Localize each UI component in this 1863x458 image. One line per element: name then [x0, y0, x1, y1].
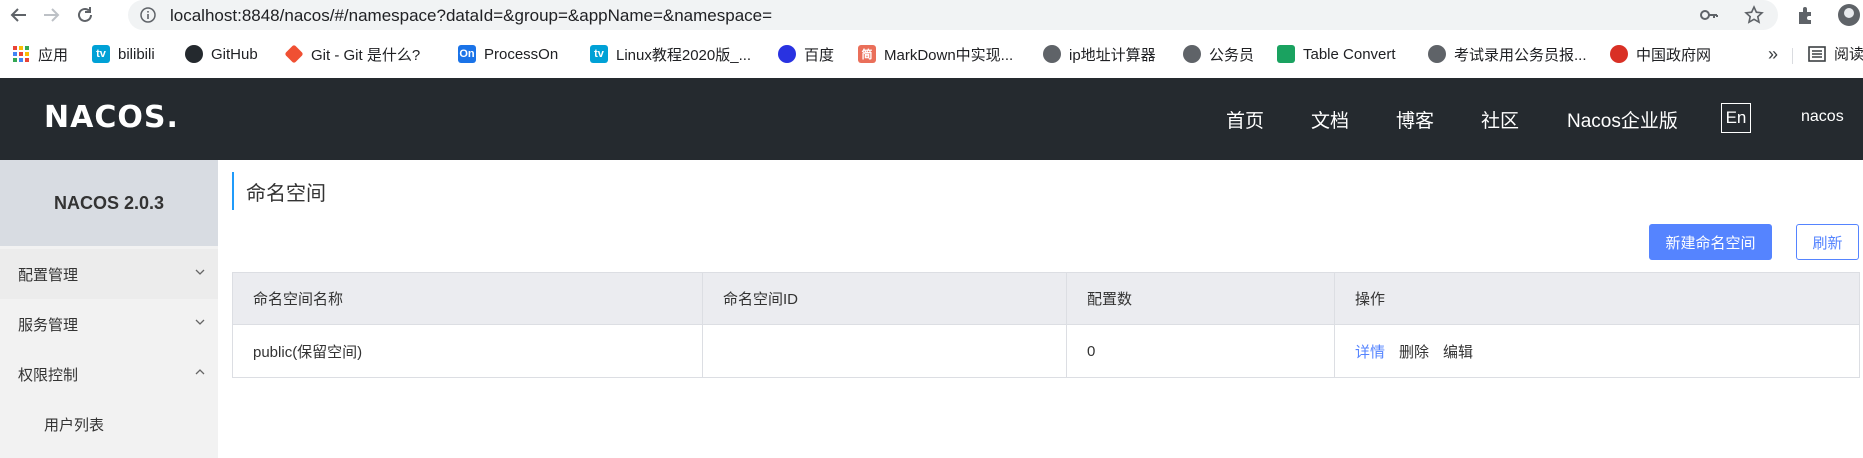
- key-icon[interactable]: [1700, 7, 1718, 23]
- bookmark-label: Linux教程2020版_...: [616, 46, 752, 64]
- bookmarks-bar: 应用 tv bilibili GitHub Git - Git 是什么? On …: [0, 40, 1863, 70]
- bookmark-label: Table Convert: [1303, 45, 1396, 63]
- page-title: 命名空间: [232, 172, 326, 210]
- bookmark-table-convert[interactable]: Table Convert: [1277, 43, 1396, 65]
- bilibili-icon: tv: [92, 45, 110, 63]
- bookmark-label: ProcessOn: [484, 45, 559, 63]
- namespace-table: 命名空间名称 命名空间ID 配置数 操作 public(保留空间) 0 详情 删…: [232, 272, 1860, 378]
- arrow-left-icon: [10, 8, 26, 22]
- chevron-down-icon: [195, 319, 205, 325]
- create-namespace-button[interactable]: 新建命名空间: [1649, 224, 1772, 260]
- sidebar-item-label: 服务管理: [18, 316, 79, 334]
- user-name[interactable]: nacos: [1801, 108, 1844, 126]
- bookmark-label: 公务员: [1209, 46, 1255, 64]
- table-header-row: 命名空间名称 命名空间ID 配置数 操作: [233, 273, 1859, 325]
- url-text[interactable]: localhost:8848/nacos/#/namespace?dataId=…: [170, 6, 772, 26]
- nacos-logo[interactable]: NACOS.: [44, 100, 179, 135]
- cell-config-count: 0: [1067, 325, 1335, 377]
- column-header-name: 命名空间名称: [233, 273, 703, 324]
- bookmark-label: GitHub: [211, 45, 258, 63]
- nav-home[interactable]: 首页: [1226, 106, 1264, 133]
- sidebar-subitem-user-list[interactable]: 用户列表: [0, 399, 218, 449]
- table-row: public(保留空间) 0 详情 删除 编辑: [233, 325, 1859, 377]
- arrow-right-icon: [44, 8, 60, 22]
- jianshu-icon: 简: [858, 45, 876, 63]
- reading-list-icon: [1808, 45, 1826, 62]
- column-header-count: 配置数: [1067, 273, 1335, 324]
- detail-link[interactable]: 详情: [1355, 341, 1385, 362]
- column-header-actions: 操作: [1355, 291, 1386, 308]
- bookmark-label: Git - Git 是什么?: [311, 46, 421, 64]
- bookmark-gongwuyuan[interactable]: 公务员: [1183, 43, 1254, 65]
- extensions-puzzle-icon[interactable]: [1795, 4, 1817, 26]
- reading-list-label: 阅读: [1834, 46, 1863, 63]
- back-button[interactable]: [6, 2, 32, 28]
- sidebar-item-config[interactable]: 配置管理: [0, 249, 218, 299]
- bookmark-label: 考试录用公务员报...: [1454, 46, 1587, 64]
- cell-namespace-id: [703, 325, 1067, 377]
- edit-link[interactable]: 编辑: [1443, 341, 1473, 362]
- sidebar-item-label: 配置管理: [18, 266, 79, 284]
- delete-link[interactable]: 删除: [1399, 341, 1429, 362]
- sidebar-subitem-label: 用户列表: [44, 416, 105, 434]
- cell-namespace-name: public(保留空间): [233, 325, 703, 377]
- reload-icon: [78, 7, 92, 22]
- forward-button[interactable]: [38, 2, 64, 28]
- refresh-button[interactable]: 刷新: [1796, 224, 1859, 260]
- browser-toolbar: localhost:8848/nacos/#/namespace?dataId=…: [0, 0, 1863, 30]
- bilibili-icon: tv: [590, 45, 608, 63]
- app-header: NACOS. 首页 文档 博客 社区 Nacos企业版 En nacos: [0, 78, 1863, 160]
- bookmark-label: bilibili: [118, 45, 155, 63]
- sidebar-item-permission[interactable]: 权限控制: [0, 349, 218, 399]
- bookmark-label: MarkDown中实现...: [884, 46, 1014, 64]
- github-icon: [185, 45, 203, 63]
- sidebar-item-service[interactable]: 服务管理: [0, 299, 218, 349]
- bookmark-apps[interactable]: 应用: [12, 43, 68, 65]
- sidebar: NACOS 2.0.3 配置管理 服务管理 权限控制 用户列表: [0, 160, 218, 458]
- bookmark-ip-calc[interactable]: ip地址计算器: [1043, 43, 1156, 65]
- nav-docs[interactable]: 文档: [1311, 106, 1349, 133]
- globe-icon: [1183, 45, 1201, 63]
- nav-blog[interactable]: 博客: [1396, 106, 1434, 133]
- chevron-down-icon: [195, 269, 205, 275]
- bookmark-label: ip地址计算器: [1069, 46, 1156, 64]
- bookmark-github[interactable]: GitHub: [185, 43, 258, 65]
- bookmark-baidu[interactable]: 百度: [778, 43, 834, 65]
- git-icon: [284, 44, 304, 64]
- bookmark-label: 中国政府网: [1636, 46, 1712, 64]
- bookmark-linux[interactable]: tv Linux教程2020版_...: [590, 43, 751, 65]
- info-icon[interactable]: [140, 7, 156, 23]
- table-convert-icon: [1277, 45, 1295, 63]
- sidebar-item-label: 权限控制: [18, 366, 79, 384]
- processon-icon: On: [458, 45, 476, 63]
- column-header-id: 命名空间ID: [703, 273, 1067, 324]
- bookmarks-divider: [1792, 48, 1793, 64]
- reload-button[interactable]: [72, 2, 98, 28]
- bookmark-star-icon[interactable]: [1744, 5, 1764, 25]
- emblem-icon: [1610, 45, 1628, 63]
- bookmarks-more-button[interactable]: »: [1768, 44, 1778, 65]
- apps-grid-icon: [12, 45, 30, 63]
- language-toggle-button[interactable]: En: [1721, 103, 1751, 133]
- nav-community[interactable]: 社区: [1481, 106, 1519, 133]
- globe-icon: [1043, 45, 1061, 63]
- profile-avatar[interactable]: [1838, 4, 1860, 26]
- bookmark-label: 应用: [38, 46, 69, 64]
- bookmark-gov[interactable]: 中国政府网: [1610, 43, 1711, 65]
- reading-list-button[interactable]: 阅读: [1808, 43, 1863, 64]
- globe-icon: [1428, 45, 1446, 63]
- baidu-paw-icon: [778, 45, 796, 63]
- bookmark-bilibili[interactable]: tv bilibili: [92, 43, 155, 65]
- bookmark-markdown[interactable]: 简 MarkDown中实现...: [858, 43, 1013, 65]
- bookmark-label: 百度: [804, 46, 835, 64]
- bookmark-exam[interactable]: 考试录用公务员报...: [1428, 43, 1587, 65]
- sidebar-version-title: NACOS 2.0.3: [0, 160, 218, 246]
- chevron-up-icon: [195, 369, 205, 375]
- nav-enterprise[interactable]: Nacos企业版: [1567, 106, 1678, 133]
- cell-actions: 详情 删除 编辑: [1335, 325, 1859, 377]
- bookmark-git[interactable]: Git - Git 是什么?: [284, 43, 421, 65]
- address-bar[interactable]: localhost:8848/nacos/#/namespace?dataId=…: [128, 0, 1778, 30]
- bookmark-processon[interactable]: On ProcessOn: [458, 43, 558, 65]
